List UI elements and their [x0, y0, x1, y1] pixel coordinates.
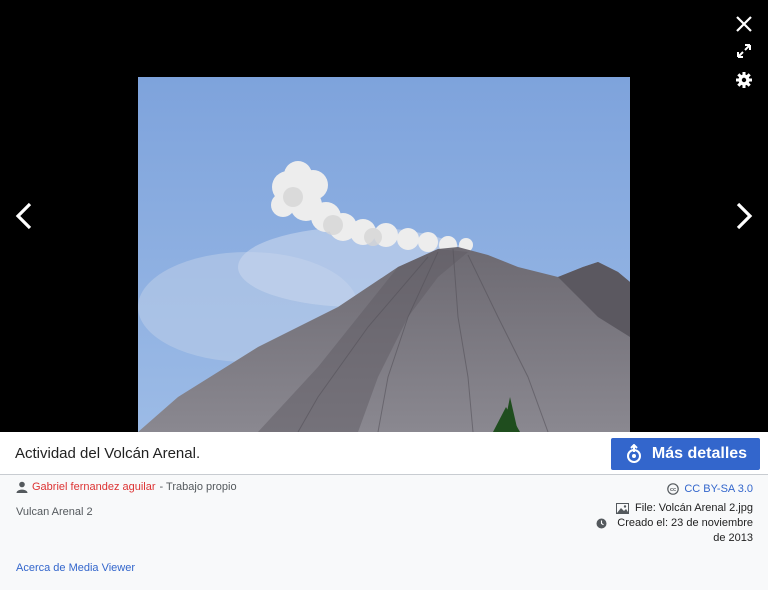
- fullscreen-button[interactable]: [733, 40, 755, 62]
- file-name-row: File: Volcán Arenal 2.jpg: [596, 502, 753, 514]
- file-details: cc CC BY-SA 3.0 File: Volcán Arenal 2.jp…: [596, 483, 753, 546]
- author-row: Gabriel fernandez aguilar - Trabajo prop…: [16, 481, 237, 493]
- created-date-row: Creado el: 23 de noviembre de 2013: [596, 516, 753, 546]
- more-details-label: Más detalles: [651, 445, 748, 462]
- more-details-button[interactable]: Más detalles: [611, 438, 760, 470]
- gear-icon: [736, 72, 752, 88]
- media-viewer: [0, 0, 768, 432]
- chevron-right-icon: [736, 202, 753, 230]
- about-media-viewer-link[interactable]: Acerca de Media Viewer: [16, 562, 135, 574]
- created-date: Creado el: 23 de noviembre de 2013: [617, 517, 753, 544]
- close-button[interactable]: [732, 12, 756, 36]
- clock-icon: [596, 518, 607, 529]
- metadata-panel: Gabriel fernandez aguilar - Trabajo prop…: [0, 475, 768, 590]
- expand-icon: [737, 44, 751, 58]
- commons-logo-icon: [626, 444, 641, 463]
- previous-image-button[interactable]: [10, 200, 38, 232]
- caption-bar: Actividad del Volcán Arenal. Más detalle…: [0, 432, 768, 475]
- author-source: - Trabajo propio: [159, 481, 237, 493]
- image-caption: Actividad del Volcán Arenal.: [15, 445, 201, 462]
- chevron-left-icon: [15, 202, 32, 230]
- volcano-photo: [138, 77, 630, 432]
- cc-icon: cc: [667, 483, 680, 495]
- next-image-button[interactable]: [730, 200, 758, 232]
- file-name: File: Volcán Arenal 2.jpg: [634, 502, 753, 514]
- svg-text:cc: cc: [670, 487, 676, 493]
- license-link[interactable]: cc CC BY-SA 3.0: [596, 483, 753, 495]
- image-file-icon: [615, 502, 629, 514]
- author-link[interactable]: Gabriel fernandez aguilar: [32, 481, 156, 493]
- image-description: Vulcan Arenal 2: [16, 506, 93, 518]
- user-icon: [16, 481, 28, 493]
- license-label: CC BY-SA 3.0: [684, 483, 753, 495]
- close-icon: [736, 16, 752, 32]
- settings-button[interactable]: [733, 69, 755, 91]
